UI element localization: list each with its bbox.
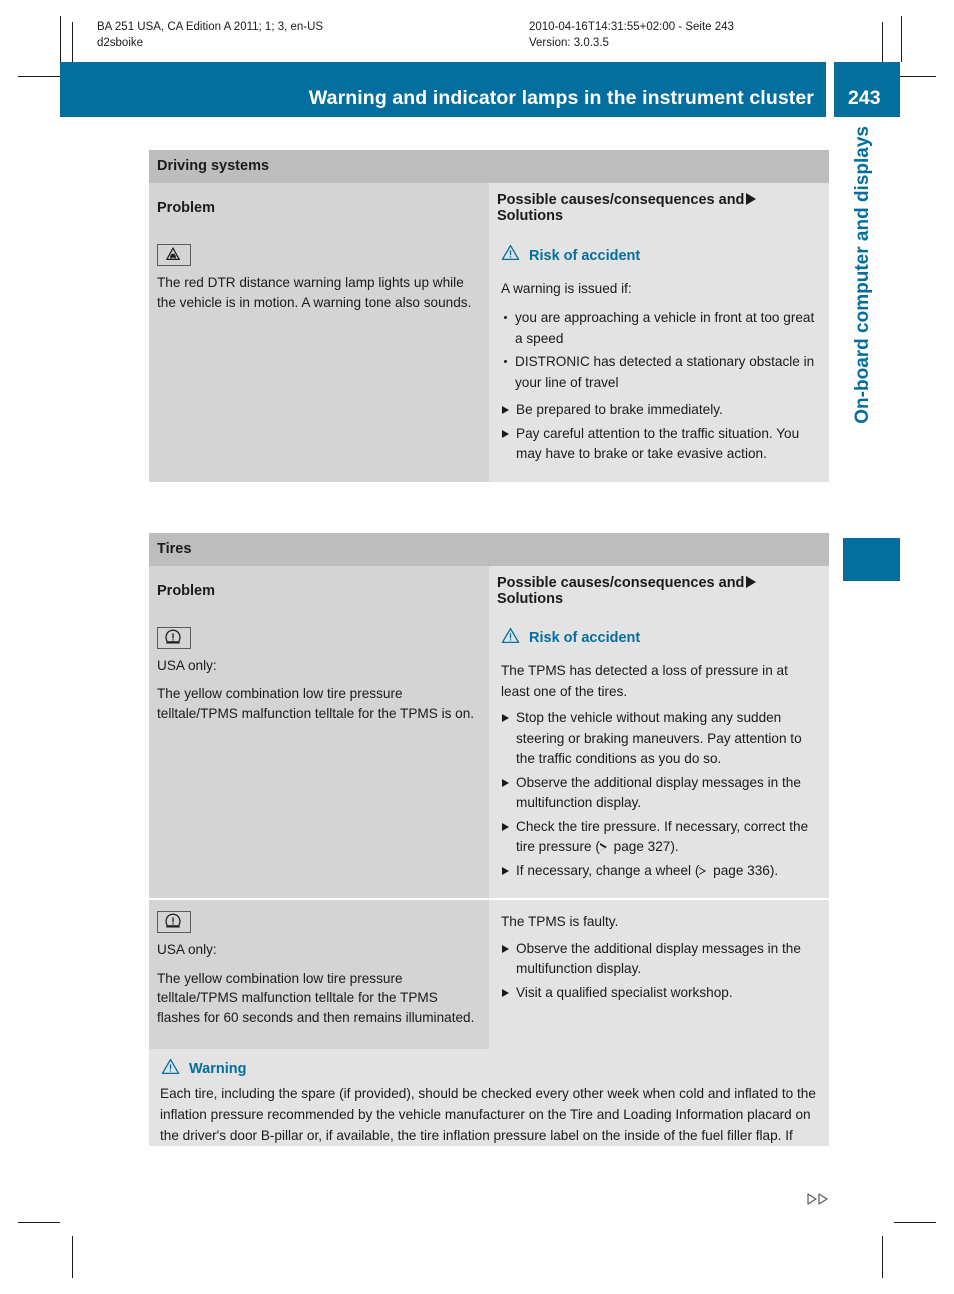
problem-cell: The red DTR distance warning lamp lights… xyxy=(149,233,489,482)
list-item: If necessary, change a wheel ( page 336)… xyxy=(499,861,819,882)
action-list: Stop the vehicle without making any sudd… xyxy=(499,708,819,881)
tire-pressure-telltale-icon xyxy=(157,911,191,933)
section-title-driving-systems: Driving systems xyxy=(149,150,829,183)
tire-pressure-telltale-icon xyxy=(157,626,191,649)
crop-mark-top-left-h xyxy=(18,76,60,77)
dtr-distance-warning-lamp-icon xyxy=(157,244,191,266)
cause-bullet-list: you are approaching a vehicle in front a… xyxy=(499,308,819,393)
list-item: Stop the vehicle without making any sudd… xyxy=(499,708,819,770)
table-row: The red DTR distance warning lamp lights… xyxy=(149,233,829,482)
continue-icon xyxy=(806,1192,836,1211)
problem-text: The yellow combination low tire pressure… xyxy=(157,686,475,721)
section-title-tires: Tires xyxy=(149,532,829,566)
column-header-solutions: Possible causes/consequences andSolution… xyxy=(489,183,829,233)
list-item: Pay careful attention to the traffic sit… xyxy=(499,424,819,465)
production-running-head: BA 251 USA, CA Edition A 2011; 1; 3, en-… xyxy=(60,16,902,62)
solution-arrow-icon xyxy=(746,575,757,588)
list-item: Observe the additional display messages … xyxy=(499,773,819,814)
risk-warning-heading: Risk of accident xyxy=(501,627,819,651)
column-header-solutions: Possible causes/consequences andSolution… xyxy=(489,565,829,616)
page-number-block: 243 xyxy=(834,62,900,117)
warning-triangle-icon xyxy=(501,244,520,268)
page-number: 243 xyxy=(848,87,881,109)
warning-triangle-icon xyxy=(501,627,520,651)
table-section-header-row: Driving systems xyxy=(149,150,829,183)
table-spacer xyxy=(149,482,829,533)
action-list: Observe the additional display messages … xyxy=(499,939,819,1004)
list-item: Check the tire pressure. If necessary, c… xyxy=(499,817,819,858)
crop-mark-bottom-left-v xyxy=(72,1236,73,1278)
problem-text: The yellow combination low tire pressure… xyxy=(157,970,475,1025)
problem-cell: USA only: The yellow combination low tir… xyxy=(149,615,489,899)
crop-mark-bottom-left-h xyxy=(18,1222,60,1223)
page-title: Warning and indicator lamps in the instr… xyxy=(308,87,814,109)
crop-mark-bottom-right-h xyxy=(894,1222,936,1223)
warning-callout-heading: Warning xyxy=(161,1058,818,1079)
list-item: DISTRONIC has detected a stationary obst… xyxy=(499,352,819,393)
solution-arrow-icon xyxy=(746,193,757,205)
page-title-bar: Warning and indicator lamps in the instr… xyxy=(60,62,826,117)
production-info-version: Version: 3.0.3.5 xyxy=(529,37,609,49)
production-info-document: BA 251 USA, CA Edition A 2011; 1; 3, en-… xyxy=(97,21,324,33)
list-item: you are approaching a vehicle in front a… xyxy=(499,308,819,349)
list-item: Visit a qualified specialist workshop. xyxy=(499,983,819,1004)
list-item: Observe the additional display messages … xyxy=(499,939,819,980)
chapter-label: On-board computer and displays xyxy=(852,126,873,424)
chapter-thumb-tab: On-board computer and displays xyxy=(826,126,900,580)
cross-reference-icon xyxy=(699,866,707,876)
table-section-header-row: Tires xyxy=(149,532,829,566)
table-column-header-row: Problem Possible causes/consequences and… xyxy=(149,183,829,233)
page-content: Driving systems Problem Possible causes/… xyxy=(149,150,829,1120)
problem-prefix: USA only: xyxy=(157,657,217,673)
solutions-cell: Risk of accident A warning is issued if:… xyxy=(489,233,829,482)
production-info-user: d2sboike xyxy=(97,37,144,49)
warning-triangle-icon xyxy=(161,1058,180,1079)
cross-reference-icon xyxy=(599,843,608,852)
table-driving-systems: Driving systems Problem Possible causes/… xyxy=(149,150,829,482)
action-list: Be prepared to brake immediately. Pay ca… xyxy=(499,400,819,465)
table-row: USA only: The yellow combination low tir… xyxy=(149,615,829,899)
risk-warning-label: Risk of accident xyxy=(529,630,641,646)
solution-lead-text: A warning is issued if: xyxy=(501,280,632,296)
column-header-problem: Problem xyxy=(149,565,489,616)
warning-callout-label: Warning xyxy=(189,1060,247,1077)
warning-callout-body: Each tire, including the spare (if provi… xyxy=(160,1086,816,1143)
risk-warning-heading: Risk of accident xyxy=(501,244,819,268)
solution-lead-text: The TPMS has detected a loss of pressure… xyxy=(501,663,788,699)
column-header-solutions-suffix: Solutions xyxy=(497,208,564,224)
table-tires: Tires Problem Possible causes/consequenc… xyxy=(149,532,829,1120)
chapter-thumb-marker xyxy=(843,538,900,581)
crop-mark-bottom-right-v xyxy=(882,1236,883,1278)
document-page: BA 251 USA, CA Edition A 2011; 1; 3, en-… xyxy=(0,0,954,1294)
warning-callout-box: Warning Each tire, including the spare (… xyxy=(149,1049,829,1146)
problem-prefix: USA only: xyxy=(157,942,217,957)
crop-mark-top-right-h xyxy=(894,76,936,77)
problem-text: The red DTR distance warning lamp lights… xyxy=(157,275,472,310)
column-header-solutions-suffix: Solutions xyxy=(497,590,564,607)
risk-warning-label: Risk of accident xyxy=(529,247,641,264)
list-item: Be prepared to brake immediately. xyxy=(499,400,819,421)
production-info-timestamp: 2010-04-16T14:31:55+02:00 - Seite 243 xyxy=(529,21,734,33)
solution-lead-text: The TPMS is faulty. xyxy=(501,914,619,929)
column-header-solutions-prefix: Possible causes/consequences and xyxy=(497,574,745,591)
table-column-header-row: Problem Possible causes/consequences and… xyxy=(149,565,829,616)
column-header-problem: Problem xyxy=(149,183,489,233)
solutions-cell: Risk of accident The TPMS has detected a… xyxy=(489,615,829,899)
column-header-solutions-prefix: Possible causes/consequences and xyxy=(497,192,745,208)
